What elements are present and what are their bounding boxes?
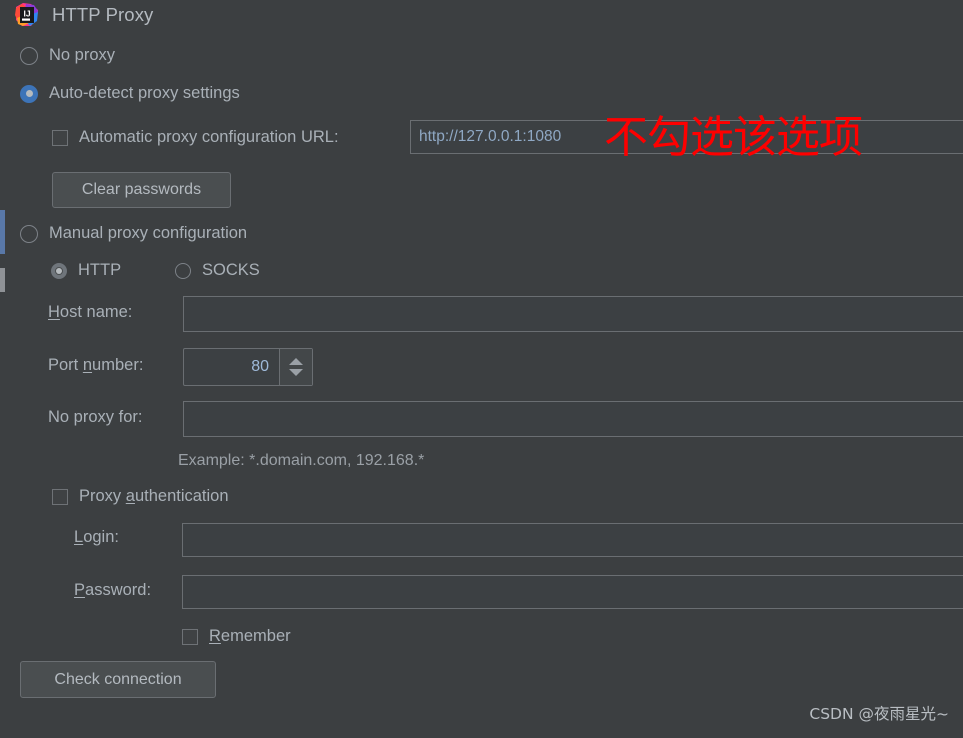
no-proxy-for-input[interactable] [183, 401, 963, 437]
host-name-label-row: Host name: [48, 303, 132, 322]
radio-manual-proxy-indicator[interactable] [20, 224, 38, 243]
port-number-stepper[interactable]: 80 [183, 348, 313, 386]
left-edge-accent-blue [0, 210, 5, 254]
left-edge-accent-gray [0, 268, 5, 292]
host-name-label: Host name: [48, 303, 133, 321]
radio-option-no-proxy[interactable]: No proxy [20, 46, 115, 65]
password-input[interactable] [182, 575, 963, 609]
radio-option-socks[interactable]: SOCKS [175, 261, 260, 280]
watermark: CSDN @夜雨星光~ [809, 705, 949, 723]
login-input[interactable] [182, 523, 963, 557]
dialog-header: IJ HTTP Proxy [14, 2, 153, 28]
port-number-label: Port number: [48, 356, 144, 374]
radio-auto-detect-indicator[interactable] [20, 84, 38, 103]
radio-no-proxy-label: No proxy [49, 46, 116, 64]
radio-option-auto-detect[interactable]: Auto-detect proxy settings [20, 84, 240, 103]
port-number-input[interactable]: 80 [184, 349, 279, 385]
check-connection-button[interactable]: Check connection [20, 661, 216, 698]
login-label: Login: [74, 528, 119, 546]
proxy-authentication-checkbox-box[interactable] [52, 488, 68, 505]
checkbox-proxy-authentication[interactable]: Proxy authentication [52, 487, 229, 506]
radio-socks-label: SOCKS [202, 261, 260, 279]
intellij-idea-icon: IJ [14, 2, 40, 28]
remember-checkbox-box[interactable] [182, 628, 198, 645]
port-number-label-row: Port number: [48, 356, 143, 375]
checkbox-remember[interactable]: Remember [182, 627, 291, 646]
checkbox-pac-url[interactable]: Automatic proxy configuration URL: [52, 128, 339, 147]
no-proxy-for-label-row: No proxy for: [48, 408, 142, 427]
svg-text:IJ: IJ [23, 9, 30, 19]
remember-label: Remember [209, 627, 291, 645]
radio-no-proxy-indicator[interactable] [20, 46, 38, 65]
stepper-up-icon[interactable] [289, 358, 303, 365]
radio-option-manual-proxy[interactable]: Manual proxy configuration [20, 224, 247, 243]
pac-url-checkbox-box[interactable] [52, 129, 68, 146]
radio-http-label: HTTP [78, 261, 122, 279]
stepper-down-icon[interactable] [289, 369, 303, 376]
page-title: HTTP Proxy [52, 4, 154, 25]
clear-passwords-button[interactable]: Clear passwords [52, 172, 231, 208]
login-label-row: Login: [74, 528, 119, 547]
pac-url-checkbox-label: Automatic proxy configuration URL: [79, 128, 339, 146]
radio-manual-proxy-label: Manual proxy configuration [49, 224, 248, 242]
radio-http-indicator[interactable] [51, 262, 67, 279]
annotation-do-not-check-this-option: 不勾选该选项 [604, 112, 863, 163]
no-proxy-for-example-hint: Example: *.domain.com, 192.168.* [178, 452, 425, 469]
proxy-authentication-label: Proxy authentication [79, 487, 229, 505]
radio-auto-detect-label: Auto-detect proxy settings [49, 84, 240, 102]
radio-socks-indicator[interactable] [175, 262, 191, 279]
no-proxy-for-label: No proxy for: [48, 408, 143, 426]
password-label-row: Password: [74, 581, 151, 600]
host-name-input[interactable] [183, 296, 963, 332]
port-number-stepper-buttons[interactable] [279, 349, 312, 385]
radio-option-http[interactable]: HTTP [51, 261, 121, 280]
password-label: Password: [74, 581, 152, 599]
